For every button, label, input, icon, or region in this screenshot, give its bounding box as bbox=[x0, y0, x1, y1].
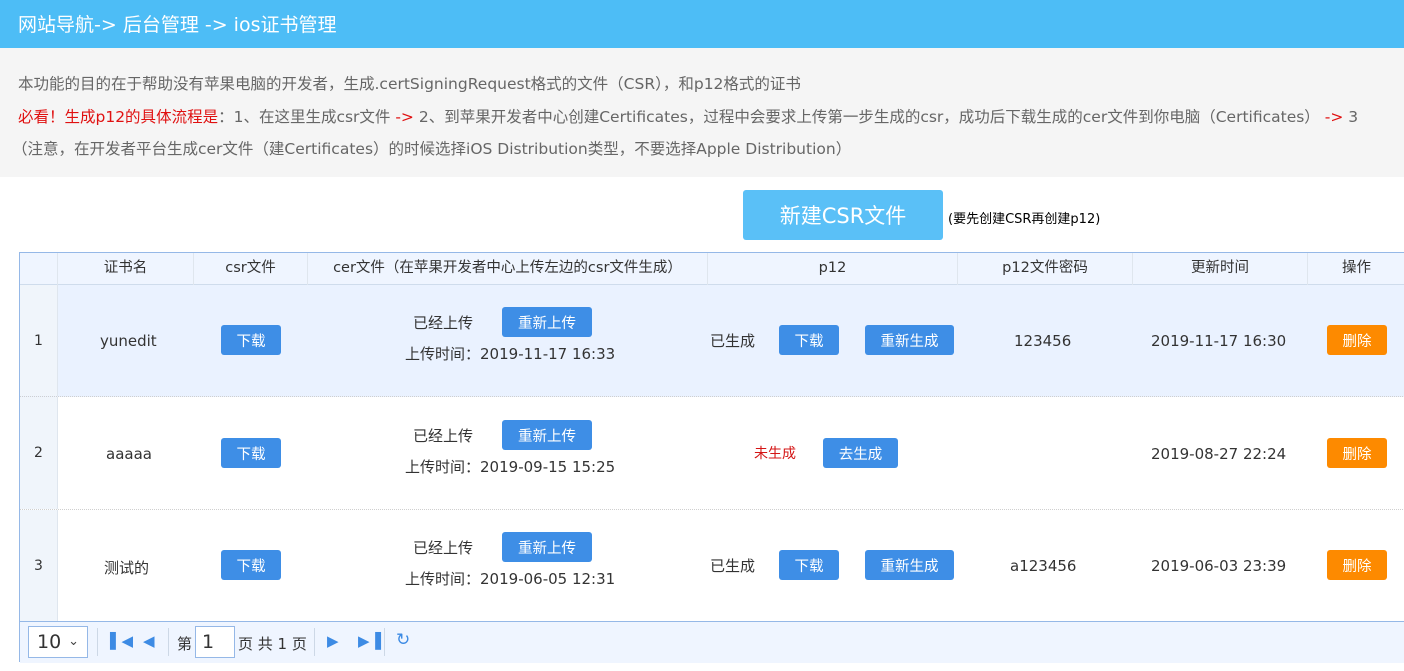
cert-name: yunedit bbox=[100, 332, 157, 350]
header-p12[interactable]: p12 bbox=[708, 253, 958, 285]
p12-status: 已生成 bbox=[710, 557, 756, 575]
cer-reupload-button[interactable]: 重新上传 bbox=[502, 307, 592, 337]
header-csr-file[interactable]: csr文件 bbox=[194, 253, 308, 285]
page-total: 页 共 1 页 bbox=[238, 635, 307, 653]
cert-name: 测试的 bbox=[104, 559, 150, 577]
upload-time-value: 2019-11-17 16:33 bbox=[480, 345, 616, 363]
cer-status: 已经上传 bbox=[413, 427, 474, 445]
cer-upload-time: 上传时间：2019-11-17 16:33 bbox=[405, 345, 616, 363]
header-cert-name[interactable]: 证书名 bbox=[58, 253, 194, 285]
csr-download-button[interactable]: 下载 bbox=[221, 325, 281, 355]
page-size-select[interactable]: 10 ⌄ bbox=[28, 626, 88, 658]
breadcrumb: 网站导航-> 后台管理 -> ios证书管理 bbox=[18, 14, 337, 36]
pager-divider bbox=[314, 628, 315, 656]
cer-reupload-button[interactable]: 重新上传 bbox=[502, 420, 592, 450]
table-header: 证书名 csr文件 cer文件（在苹果开发者中心上传左边的csr文件生成） p1… bbox=[20, 253, 1404, 285]
table-row[interactable]: 1 yunedit 下载 已经上传 重新上传 上传时间：2019-11-17 1… bbox=[20, 285, 1404, 397]
upload-time-value: 2019-06-05 12:31 bbox=[480, 570, 616, 588]
page-number-input[interactable]: 1 bbox=[195, 626, 235, 658]
new-csr-button[interactable]: 新建CSR文件 bbox=[743, 190, 943, 240]
updated-time: 2019-11-17 16:30 bbox=[1151, 332, 1287, 350]
p12-download-button[interactable]: 下载 bbox=[779, 325, 839, 355]
row-number: 1 bbox=[20, 285, 58, 396]
csr-download-button[interactable]: 下载 bbox=[221, 438, 281, 468]
header-row-number bbox=[20, 253, 58, 285]
delete-button[interactable]: 删除 bbox=[1327, 550, 1387, 580]
notice-line-1: 本功能的目的在于帮助没有苹果电脑的开发者，生成.certSigningReque… bbox=[18, 75, 801, 93]
p12-password: a123456 bbox=[1010, 557, 1077, 575]
header-updated-time[interactable]: 更新时间 bbox=[1133, 253, 1308, 285]
notice-step-2: 2、到苹果开发者中心创建Certificates，过程中会要求上传第一步生成的c… bbox=[413, 108, 1325, 126]
top-bar: 网站导航-> 后台管理 -> ios证书管理 bbox=[0, 0, 1404, 48]
row-number: 3 bbox=[20, 510, 58, 621]
header-p12-password[interactable]: p12文件密码 bbox=[958, 253, 1133, 285]
p12-regenerate-button[interactable]: 重新生成 bbox=[865, 325, 954, 355]
updated-time: 2019-06-03 23:39 bbox=[1151, 557, 1287, 575]
delete-button[interactable]: 删除 bbox=[1327, 438, 1387, 468]
pagination-bar: 10 ⌄ ▌◀ ◀ 第 1 页 共 1 页 ▶ ▶▐ ↻ bbox=[20, 621, 1404, 663]
notice-step-1: ：1、在这里生成csr文件 bbox=[218, 108, 396, 126]
new-csr-hint: (要先创建CSR再创建p12) bbox=[948, 212, 1101, 227]
table-row[interactable]: 2 aaaaa 下载 已经上传 重新上传 上传时间：2019-09-15 15:… bbox=[20, 397, 1404, 510]
csr-download-button[interactable]: 下载 bbox=[221, 550, 281, 580]
notice-arrow: -> bbox=[395, 108, 414, 126]
cer-upload-time: 上传时间：2019-09-15 15:25 bbox=[405, 458, 616, 476]
notice-arrow: -> bbox=[1324, 108, 1344, 126]
cer-status: 已经上传 bbox=[413, 314, 474, 332]
last-page-icon[interactable]: ▶▐ bbox=[358, 632, 381, 650]
delete-button[interactable]: 删除 bbox=[1327, 325, 1387, 355]
page-prefix: 第 bbox=[177, 635, 193, 653]
cert-name: aaaaa bbox=[106, 445, 152, 463]
page-size-value: 10 bbox=[37, 631, 62, 653]
p12-regenerate-button[interactable]: 重新生成 bbox=[865, 550, 954, 580]
first-page-icon[interactable]: ▌◀ bbox=[110, 632, 133, 650]
refresh-icon[interactable]: ↻ bbox=[396, 630, 410, 650]
certificate-table: 证书名 csr文件 cer文件（在苹果开发者中心上传左边的csr文件生成） p1… bbox=[19, 252, 1404, 663]
prev-page-icon[interactable]: ◀ bbox=[143, 632, 155, 650]
pager-divider bbox=[384, 628, 385, 656]
updated-time: 2019-08-27 22:24 bbox=[1151, 445, 1287, 463]
p12-generate-button[interactable]: 去生成 bbox=[823, 438, 898, 468]
cer-status: 已经上传 bbox=[413, 539, 474, 557]
cer-upload-time: 上传时间：2019-06-05 12:31 bbox=[405, 570, 616, 588]
cer-reupload-button[interactable]: 重新上传 bbox=[502, 532, 592, 562]
pager-divider bbox=[168, 628, 169, 656]
header-cer-file[interactable]: cer文件（在苹果开发者中心上传左边的csr文件生成） bbox=[308, 253, 708, 285]
notice-line-3: （注意，在开发者平台生成cer文件（建Certificates）的时候选择iOS… bbox=[12, 140, 852, 158]
p12-password: 123456 bbox=[1014, 332, 1072, 350]
notice-warning-label: 必看！生成p12的具体流程是 bbox=[18, 108, 219, 126]
notice-panel: 本功能的目的在于帮助没有苹果电脑的开发者，生成.certSigningReque… bbox=[0, 48, 1404, 177]
next-page-icon[interactable]: ▶ bbox=[327, 632, 339, 650]
row-number: 2 bbox=[20, 397, 58, 509]
p12-download-button[interactable]: 下载 bbox=[779, 550, 839, 580]
table-row[interactable]: 3 测试的 下载 已经上传 重新上传 上传时间：2019-06-05 12:31… bbox=[20, 510, 1404, 622]
chevron-down-icon: ⌄ bbox=[68, 634, 79, 649]
header-actions: 操作 bbox=[1342, 260, 1371, 276]
upload-time-value: 2019-09-15 15:25 bbox=[480, 458, 616, 476]
notice-step-3: 3 bbox=[1343, 108, 1359, 126]
notice-line-2: 必看！生成p12的具体流程是：1、在这里生成csr文件 -> 2、到苹果开发者中… bbox=[18, 105, 1358, 127]
p12-status-not-generated: 未生成 bbox=[754, 446, 796, 462]
pager-divider bbox=[97, 628, 98, 656]
p12-status: 已生成 bbox=[710, 332, 756, 350]
